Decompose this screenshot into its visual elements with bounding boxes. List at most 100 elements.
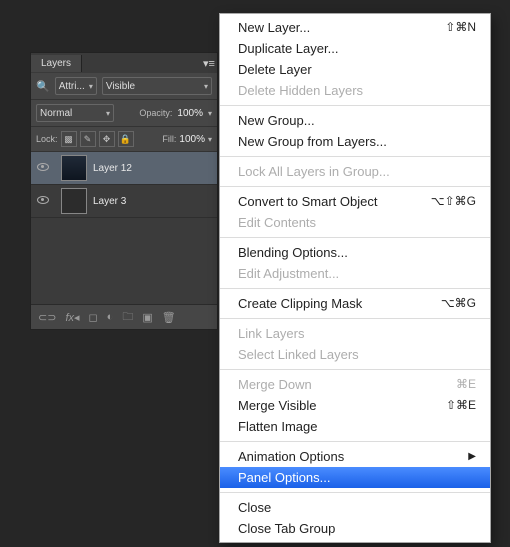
lock-pixels-icon[interactable]: ✎: [80, 131, 96, 147]
menu-separator: [220, 318, 490, 319]
blend-mode-dropdown[interactable]: Normal ▾: [36, 104, 114, 122]
layer-thumbnail[interactable]: [61, 188, 87, 214]
menu-item: Select Linked Layers: [220, 344, 490, 365]
eye-icon: [37, 196, 49, 204]
menu-shortcut: ⌥⇧⌘G: [431, 193, 476, 210]
visibility-toggle[interactable]: [31, 195, 55, 207]
panel-menu-icon[interactable]: ▾≡: [201, 57, 217, 70]
menu-item: Edit Contents: [220, 212, 490, 233]
menu-item-label: Blending Options...: [238, 244, 348, 261]
menu-item-label: New Layer...: [238, 19, 310, 36]
lock-label: Lock:: [36, 134, 58, 144]
filter-visible-dropdown[interactable]: Visible ▾: [102, 77, 212, 95]
menu-item-label: Close Tab Group: [238, 520, 335, 537]
layer-row[interactable]: Layer 3: [31, 185, 217, 218]
menu-item: Link Layers: [220, 323, 490, 344]
lock-row: Lock: ▩ ✎ ✥ 🔒 Fill: 100% ▾: [31, 127, 217, 152]
menu-item: Lock All Layers in Group...: [220, 161, 490, 182]
menu-separator: [220, 441, 490, 442]
chevron-down-icon: ▾: [208, 135, 212, 144]
layer-row[interactable]: Layer 12: [31, 152, 217, 185]
submenu-arrow-icon: ▶: [468, 448, 476, 465]
menu-shortcut: ⌘E: [456, 376, 476, 393]
menu-item[interactable]: Delete Layer: [220, 59, 490, 80]
chevron-down-icon: ▾: [208, 109, 212, 118]
menu-item-label: Create Clipping Mask: [238, 295, 362, 312]
menu-item-label: Link Layers: [238, 325, 304, 342]
layer-thumbnail[interactable]: [61, 155, 87, 181]
menu-separator: [220, 492, 490, 493]
menu-item: Edit Adjustment...: [220, 263, 490, 284]
menu-item-label: Delete Layer: [238, 61, 312, 78]
menu-item[interactable]: Create Clipping Mask ⌥⌘G: [220, 293, 490, 314]
chevron-down-icon: ▾: [204, 82, 208, 91]
visibility-toggle[interactable]: [31, 162, 55, 174]
fill-value[interactable]: 100%: [179, 134, 205, 145]
fx-icon[interactable]: fx◂: [65, 311, 79, 324]
adjustment-layer-icon[interactable]: ◐: [107, 311, 114, 323]
menu-separator: [220, 237, 490, 238]
menu-item[interactable]: Flatten Image: [220, 416, 490, 437]
menu-item-label: Animation Options: [238, 448, 344, 465]
menu-item-label: Duplicate Layer...: [238, 40, 338, 57]
menu-item[interactable]: Merge Visible ⇧⌘E: [220, 395, 490, 416]
menu-item-label: Convert to Smart Object: [238, 193, 377, 210]
opacity-value[interactable]: 100%: [177, 108, 203, 119]
layer-mask-icon[interactable]: ◻: [89, 311, 98, 324]
menu-item-label: Select Linked Layers: [238, 346, 359, 363]
link-layers-icon[interactable]: ⊂⊃: [38, 311, 56, 324]
menu-item[interactable]: Animation Options ▶: [220, 446, 490, 467]
layers-tab[interactable]: Layers: [31, 55, 82, 72]
menu-item-label: Merge Visible: [238, 397, 317, 414]
new-group-icon[interactable]: 🗀: [122, 308, 133, 327]
menu-separator: [220, 105, 490, 106]
menu-item[interactable]: New Group...: [220, 110, 490, 131]
layer-name[interactable]: Layer 3: [93, 196, 126, 207]
fill-label: Fill:: [162, 134, 176, 144]
menu-item-label: Close: [238, 499, 271, 516]
layer-name[interactable]: Layer 12: [93, 163, 132, 174]
menu-item-label: New Group from Layers...: [238, 133, 387, 150]
new-layer-icon[interactable]: ▣: [142, 311, 152, 324]
delete-layer-icon[interactable]: 🗑: [162, 311, 176, 324]
menu-item: Delete Hidden Layers: [220, 80, 490, 101]
menu-shortcut: ⇧⌘N: [445, 19, 476, 36]
menu-item-label: Panel Options...: [238, 469, 331, 486]
menu-shortcut: ⌥⌘G: [441, 295, 476, 312]
menu-separator: [220, 288, 490, 289]
menu-separator: [220, 156, 490, 157]
menu-item-label: Lock All Layers in Group...: [238, 163, 390, 180]
filter-type-label: Attri...: [59, 81, 85, 92]
filter-type-dropdown[interactable]: Attri... ▾: [55, 77, 97, 95]
panel-tab-row: Layers ▾≡: [31, 53, 217, 73]
blend-row: Normal ▾ Opacity: 100% ▾: [31, 100, 217, 127]
menu-item-label: Edit Contents: [238, 214, 316, 231]
search-icon: 🔍: [36, 80, 50, 93]
menu-item[interactable]: Close: [220, 497, 490, 518]
menu-item[interactable]: Panel Options...: [220, 467, 490, 488]
lock-position-icon[interactable]: ✥: [99, 131, 115, 147]
layers-panel: Layers ▾≡ 🔍 Attri... ▾ Visible ▾ Normal …: [30, 52, 218, 330]
menu-item[interactable]: New Group from Layers...: [220, 131, 490, 152]
filter-row: 🔍 Attri... ▾ Visible ▾: [31, 73, 217, 100]
blend-mode-value: Normal: [40, 108, 72, 119]
menu-item[interactable]: Convert to Smart Object ⌥⇧⌘G: [220, 191, 490, 212]
eye-icon: [37, 163, 49, 171]
menu-item[interactable]: Duplicate Layer...: [220, 38, 490, 59]
menu-separator: [220, 186, 490, 187]
chevron-down-icon: ▾: [89, 82, 93, 91]
menu-item[interactable]: New Layer... ⇧⌘N: [220, 17, 490, 38]
menu-item-label: Merge Down: [238, 376, 312, 393]
menu-item[interactable]: Blending Options...: [220, 242, 490, 263]
menu-item-label: New Group...: [238, 112, 315, 129]
lock-all-icon[interactable]: 🔒: [118, 131, 134, 147]
layer-list: Layer 12 Layer 3: [31, 152, 217, 304]
menu-shortcut: ⇧⌘E: [446, 397, 476, 414]
lock-transparency-icon[interactable]: ▩: [61, 131, 77, 147]
menu-item-label: Edit Adjustment...: [238, 265, 339, 282]
opacity-label: Opacity:: [139, 108, 172, 118]
layers-panel-context-menu[interactable]: New Layer... ⇧⌘N Duplicate Layer... Delete …: [219, 13, 491, 543]
menu-item: Merge Down ⌘E: [220, 374, 490, 395]
menu-item[interactable]: Close Tab Group: [220, 518, 490, 539]
menu-item-label: Delete Hidden Layers: [238, 82, 363, 99]
